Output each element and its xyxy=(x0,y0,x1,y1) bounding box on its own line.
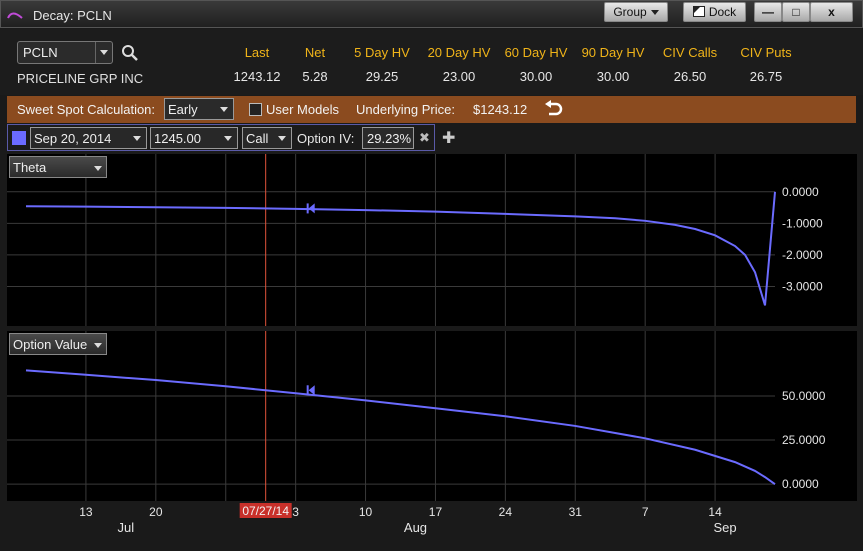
chevron-down-icon xyxy=(220,107,228,112)
underlying-price-value: $1243.12 xyxy=(473,102,528,117)
window-titlebar: Decay: PCLN Group Dock — □ x xyxy=(0,0,863,28)
date-axis-svg: 13 20 07/27/14 3 10 17 24 31 7 14 Jul Aug Sep xyxy=(79,503,737,535)
option-value-chart: 50.0000 25.0000 0.0000 xyxy=(7,331,826,501)
current-date-label: 07/27/14 xyxy=(242,504,289,518)
quote-value-60day-hv: 30.00 xyxy=(519,69,553,84)
y-tick-label: -1.0000 xyxy=(782,216,823,230)
day-tick-label: 20 xyxy=(149,505,163,519)
month-tick-label: Jul xyxy=(118,520,135,535)
symbol-dropdown-button[interactable] xyxy=(95,42,112,63)
chevron-down-icon xyxy=(133,136,141,141)
dock-icon xyxy=(692,6,705,17)
remove-option-icon[interactable]: ✖ xyxy=(419,130,430,146)
quote-value-civ-calls: 26.50 xyxy=(673,69,707,84)
sweet-spot-label: Sweet Spot Calculation: xyxy=(17,102,156,117)
group-button-label: Group xyxy=(613,5,647,19)
day-tick-label: 17 xyxy=(429,505,443,519)
dock-button[interactable]: Dock xyxy=(683,2,746,22)
sweet-spot-mode-select[interactable]: Early xyxy=(164,98,234,120)
symbol-value: PCLN xyxy=(23,45,58,60)
option-iv-label: Option IV: xyxy=(297,131,355,146)
y-tick-label: -2.0000 xyxy=(782,248,823,262)
chevron-down-icon xyxy=(94,166,102,171)
marker-arrow xyxy=(308,203,315,214)
sweet-spot-bar: Sweet Spot Calculation: Early User Model… xyxy=(7,96,856,123)
search-icon[interactable] xyxy=(121,44,139,62)
expiry-select[interactable]: Sep 20, 2014 xyxy=(30,127,147,149)
month-tick-label: Aug xyxy=(404,520,427,535)
close-icon: x xyxy=(828,5,835,19)
option-value-chart-panel: Option Value 50.0000 25.0000 0.0000 xyxy=(7,331,857,501)
top-metric-select[interactable]: Theta xyxy=(9,156,107,178)
y-tick-label: 0.0000 xyxy=(782,477,819,491)
quote-header-civ-calls: CIV Calls xyxy=(662,45,718,60)
minimize-icon: — xyxy=(762,5,774,19)
group-button[interactable]: Group xyxy=(604,2,668,22)
series-line xyxy=(25,191,776,306)
quote-header-civ-puts: CIV Puts xyxy=(740,45,792,60)
chevron-down-icon xyxy=(650,10,659,16)
option-row: Sep 20, 2014 1245.00 Call Option IV: 29.… xyxy=(7,124,435,151)
date-axis: 13 20 07/27/14 3 10 17 24 31 7 14 Jul Aug Sep xyxy=(7,502,857,542)
quote-value-20day-hv: 23.00 xyxy=(442,69,476,84)
sweet-spot-mode-value: Early xyxy=(168,102,198,117)
option-type-value: Call xyxy=(246,131,269,146)
y-tick-label: 25.0000 xyxy=(782,433,826,447)
user-models-checkbox[interactable] xyxy=(249,103,262,116)
option-iv-input[interactable]: 29.23% xyxy=(362,127,414,149)
decay-app-icon xyxy=(7,12,23,19)
minimize-button[interactable]: — xyxy=(754,2,782,22)
close-button[interactable]: x xyxy=(810,2,853,22)
quote-header-20day-hv: 20 Day HV xyxy=(427,45,491,60)
dock-button-label: Dock xyxy=(708,5,737,19)
chevron-down-icon xyxy=(94,343,102,348)
day-tick-label: 3 xyxy=(292,505,299,519)
chevron-down-icon xyxy=(224,136,232,141)
user-models-label: User Models xyxy=(266,102,339,117)
quote-value-90day-hv: 30.00 xyxy=(596,69,630,84)
current-position-marker-icon xyxy=(306,203,315,214)
bottom-metric-value: Option Value xyxy=(13,337,88,352)
strike-select[interactable]: 1245.00 xyxy=(150,127,238,149)
chevron-down-icon xyxy=(100,50,108,55)
quote-value-5day-hv: 29.25 xyxy=(365,69,399,84)
day-tick-label: 13 xyxy=(79,505,93,519)
y-tick-label: -3.0000 xyxy=(782,279,823,293)
reset-price-icon[interactable] xyxy=(544,100,564,118)
bottom-metric-select[interactable]: Option Value xyxy=(9,333,107,355)
theta-chart: 0.0000 -1.0000 -2.0000 -3.0000 xyxy=(7,154,823,326)
maximize-button[interactable]: □ xyxy=(782,2,810,22)
quote-header-60day-hv: 60 Day HV xyxy=(504,45,568,60)
add-option-icon[interactable]: ✚ xyxy=(442,128,455,148)
day-tick-label: 14 xyxy=(708,505,722,519)
day-tick-label: 31 xyxy=(569,505,583,519)
quote-header-5day-hv: 5 Day HV xyxy=(354,45,410,60)
top-metric-value: Theta xyxy=(13,160,47,175)
option-type-select[interactable]: Call xyxy=(242,127,292,149)
theta-chart-panel: Theta 0.0000 -1.0000 -2.0000 -3.0000 xyxy=(7,154,857,326)
day-tick-label: 10 xyxy=(359,505,373,519)
window-title: Decay: PCLN xyxy=(33,8,112,23)
day-tick-label: 24 xyxy=(499,505,513,519)
day-tick-label: 7 xyxy=(642,505,649,519)
symbol-selector[interactable]: PCLN xyxy=(17,41,113,64)
strike-value: 1245.00 xyxy=(154,131,201,146)
chevron-down-icon xyxy=(278,136,286,141)
quote-header: PCLN PRICELINE GRP INC Last 1243.12 Net … xyxy=(0,29,863,95)
maximize-icon: □ xyxy=(792,5,800,19)
expiry-value: Sep 20, 2014 xyxy=(34,131,112,146)
y-tick-label: 50.0000 xyxy=(782,389,826,403)
month-tick-label: Sep xyxy=(713,520,736,535)
quote-header-90day-hv: 90 Day HV xyxy=(581,45,645,60)
series-line xyxy=(25,369,776,485)
company-name: PRICELINE GRP INC xyxy=(17,71,144,86)
series-color-swatch[interactable] xyxy=(12,131,26,145)
underlying-price-label: Underlying Price: xyxy=(356,102,455,117)
y-tick-label: 0.0000 xyxy=(782,185,819,199)
quote-value-civ-puts: 26.75 xyxy=(749,69,783,84)
